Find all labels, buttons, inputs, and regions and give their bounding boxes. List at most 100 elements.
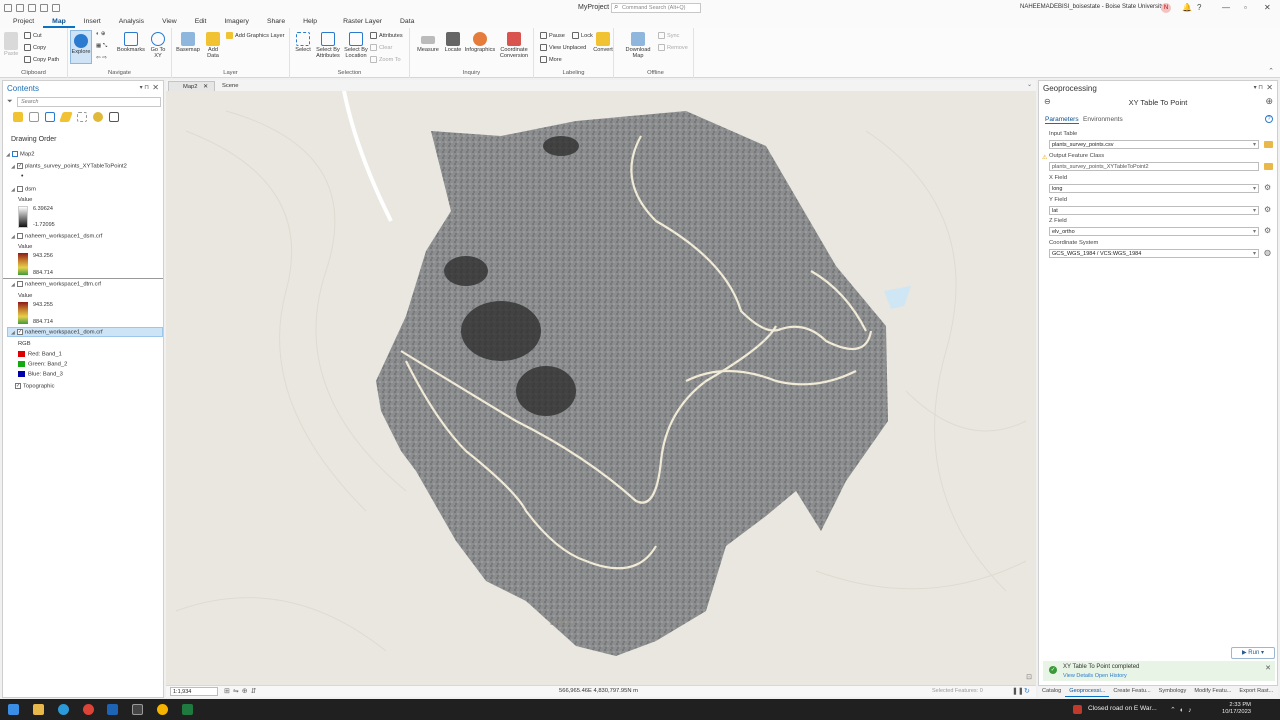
file-explorer-icon[interactable] [33, 704, 44, 715]
avatar[interactable]: N [1161, 3, 1171, 13]
tab-data[interactable]: Data [391, 16, 423, 28]
view-unplaced-button[interactable]: View Unplaced [540, 44, 586, 51]
select-by-location-button[interactable]: Select By Location [342, 32, 370, 59]
more-labeling-button[interactable]: More [540, 56, 562, 63]
chrome-profile-icon[interactable] [157, 704, 168, 715]
tab-list-icon[interactable]: ⌄ [1027, 81, 1032, 88]
close-icon[interactable]: ✕ [1265, 664, 1271, 672]
tab-export-raster[interactable]: Export Rast... [1235, 686, 1277, 697]
labeling-icon[interactable] [93, 112, 103, 122]
run-button[interactable]: ▶ Run ▾ [1231, 647, 1275, 659]
download-map-button[interactable]: Download Map [622, 32, 654, 59]
folder-icon[interactable] [1264, 163, 1273, 170]
notification-icon[interactable]: 🔔 [1182, 3, 1192, 12]
tab-analysis[interactable]: Analysis [110, 16, 153, 28]
collapse-ribbon-icon[interactable]: ⌃ [1268, 67, 1274, 75]
filter-icon[interactable]: ⏷ [7, 98, 13, 106]
tab-geoprocessing[interactable]: Geoprocessi... [1065, 686, 1110, 697]
infographics-button[interactable]: Infographics [464, 32, 496, 53]
layer-topographic[interactable]: ✓ Topographic [15, 383, 55, 390]
fixed-zoom-icon[interactable]: ▦ ⤡ [96, 43, 107, 50]
bookmarks-button[interactable]: Bookmarks [116, 32, 146, 53]
coordinate-conversion-button[interactable]: Coordinate Conversion [496, 32, 532, 59]
remove-offline-button[interactable]: Remove [658, 44, 688, 51]
measure-button[interactable]: Measure [414, 32, 442, 53]
save-icon[interactable] [28, 4, 36, 12]
coordinate-system-select[interactable]: GCS_WGS_1984 / VCS:WGS_1984 [1049, 249, 1259, 258]
traffic-alert-icon[interactable] [1073, 705, 1082, 714]
tab-catalog[interactable]: Catalog [1038, 686, 1065, 697]
maximize-button[interactable]: ▫ [1244, 3, 1247, 12]
close-icon[interactable]: ✕ [1266, 83, 1273, 92]
z-field-select[interactable]: elv_ortho [1049, 227, 1259, 236]
layer-visibility-checkbox[interactable] [17, 186, 23, 192]
copy-button[interactable]: Copy [24, 44, 46, 51]
layer-workspace-dom[interactable]: ◢ ✓ naheem_workspace1_dom.crf [11, 329, 103, 336]
tab-insert[interactable]: Insert [75, 16, 110, 28]
tab-imagery[interactable]: Imagery [215, 16, 258, 28]
tab-environments[interactable]: Environments [1083, 116, 1123, 123]
add-graphics-layer-button[interactable]: Add Graphics Layer [226, 32, 284, 39]
add-icon[interactable]: ⊕ [1265, 96, 1273, 107]
clear-selection-button[interactable]: Clear [370, 44, 392, 51]
close-window-button[interactable]: ✕ [1264, 3, 1271, 12]
cut-button[interactable]: Cut [24, 32, 42, 39]
chrome-icon[interactable] [83, 704, 94, 715]
help-icon[interactable]: ? [1265, 115, 1273, 123]
attributes-button[interactable]: Attributes [370, 32, 403, 39]
layer-workspace-dtm[interactable]: ◢ naheem_workspace1_dtm.crf [11, 281, 101, 288]
command-search-input[interactable]: Command Search (Alt+Q) [611, 3, 701, 13]
output-feature-class-field[interactable]: plants_survey_points_XYTableToPoint2 [1049, 162, 1259, 171]
layer-workspace-dsm[interactable]: ◢ naheem_workspace1_dsm.crf [11, 233, 102, 240]
pin-icon[interactable]: ▾ ⊓ [1254, 84, 1263, 91]
selection-list-icon[interactable] [45, 112, 55, 122]
tab-raster-layer[interactable]: Raster Layer [334, 16, 391, 28]
snapping-icon[interactable] [77, 112, 87, 122]
arcgis-pro-icon[interactable] [107, 704, 118, 715]
contents-search-input[interactable]: Search [17, 97, 161, 107]
system-tray-icons[interactable]: ⌃◐♪ [1170, 706, 1196, 714]
paste-button[interactable]: Paste [4, 32, 18, 57]
news-widget[interactable]: Closed road on E War... [1088, 705, 1157, 712]
drawing-order-icon[interactable] [13, 112, 23, 122]
layer-visibility-checkbox[interactable] [17, 281, 23, 287]
refresh-icon[interactable]: ↻ [1024, 687, 1030, 695]
y-field-select[interactable]: lat [1049, 206, 1259, 215]
excel-icon[interactable] [182, 704, 193, 715]
edge-icon[interactable] [58, 704, 69, 715]
view-details-link[interactable]: View Details Open History [1063, 673, 1127, 679]
sync-button[interactable]: Sync [658, 32, 679, 39]
new-project-icon[interactable] [4, 4, 12, 12]
tab-view[interactable]: View [153, 16, 186, 28]
pause-labeling-button[interactable]: Pause [540, 32, 565, 39]
editing-icon[interactable] [59, 112, 73, 122]
help-icon[interactable]: ? [1197, 3, 1201, 12]
layer-visibility-checkbox[interactable]: ✓ [17, 329, 23, 335]
layer-visibility-checkbox[interactable]: ✓ [15, 383, 21, 389]
minimize-button[interactable]: — [1222, 3, 1230, 12]
zoom-to-selection-button[interactable]: Zoom To [370, 56, 401, 63]
tab-share[interactable]: Share [258, 16, 294, 28]
attribution-icon[interactable]: ⊡ [1026, 673, 1032, 681]
globe-icon[interactable]: ◍ [1264, 248, 1271, 257]
pause-drawing-icon[interactable]: ❚❚ [1012, 687, 1024, 695]
terminal-icon[interactable] [132, 704, 143, 715]
copy-path-button[interactable]: Copy Path [24, 56, 59, 63]
tab-scene[interactable]: Scene [208, 81, 244, 91]
tab-create-features[interactable]: Create Featu... [1109, 686, 1154, 697]
x-field-select[interactable]: long [1049, 184, 1259, 193]
gear-icon[interactable]: ⚙ [1264, 183, 1271, 192]
tab-map[interactable]: Map [43, 16, 75, 28]
navigation-tools-icons[interactable]: ⊞⇋⊕⇵ [224, 687, 259, 695]
basemap-button[interactable]: Basemap [174, 32, 202, 53]
map-view[interactable]: 3168 ft ⊡ [166, 91, 1036, 685]
tab-help[interactable]: Help [294, 16, 326, 28]
previous-extent-icon[interactable]: ⇦ ⇨ [96, 55, 107, 61]
input-table-field[interactable]: plants_survey_points.csv [1049, 140, 1259, 149]
gear-icon[interactable]: ⚙ [1264, 226, 1271, 235]
folder-icon[interactable] [1264, 141, 1273, 148]
pin-icon[interactable]: ▾ ⊓ [140, 84, 149, 91]
data-source-icon[interactable] [29, 112, 39, 122]
tab-symbology[interactable]: Symbology [1155, 686, 1191, 697]
charts-icon[interactable] [109, 112, 119, 122]
